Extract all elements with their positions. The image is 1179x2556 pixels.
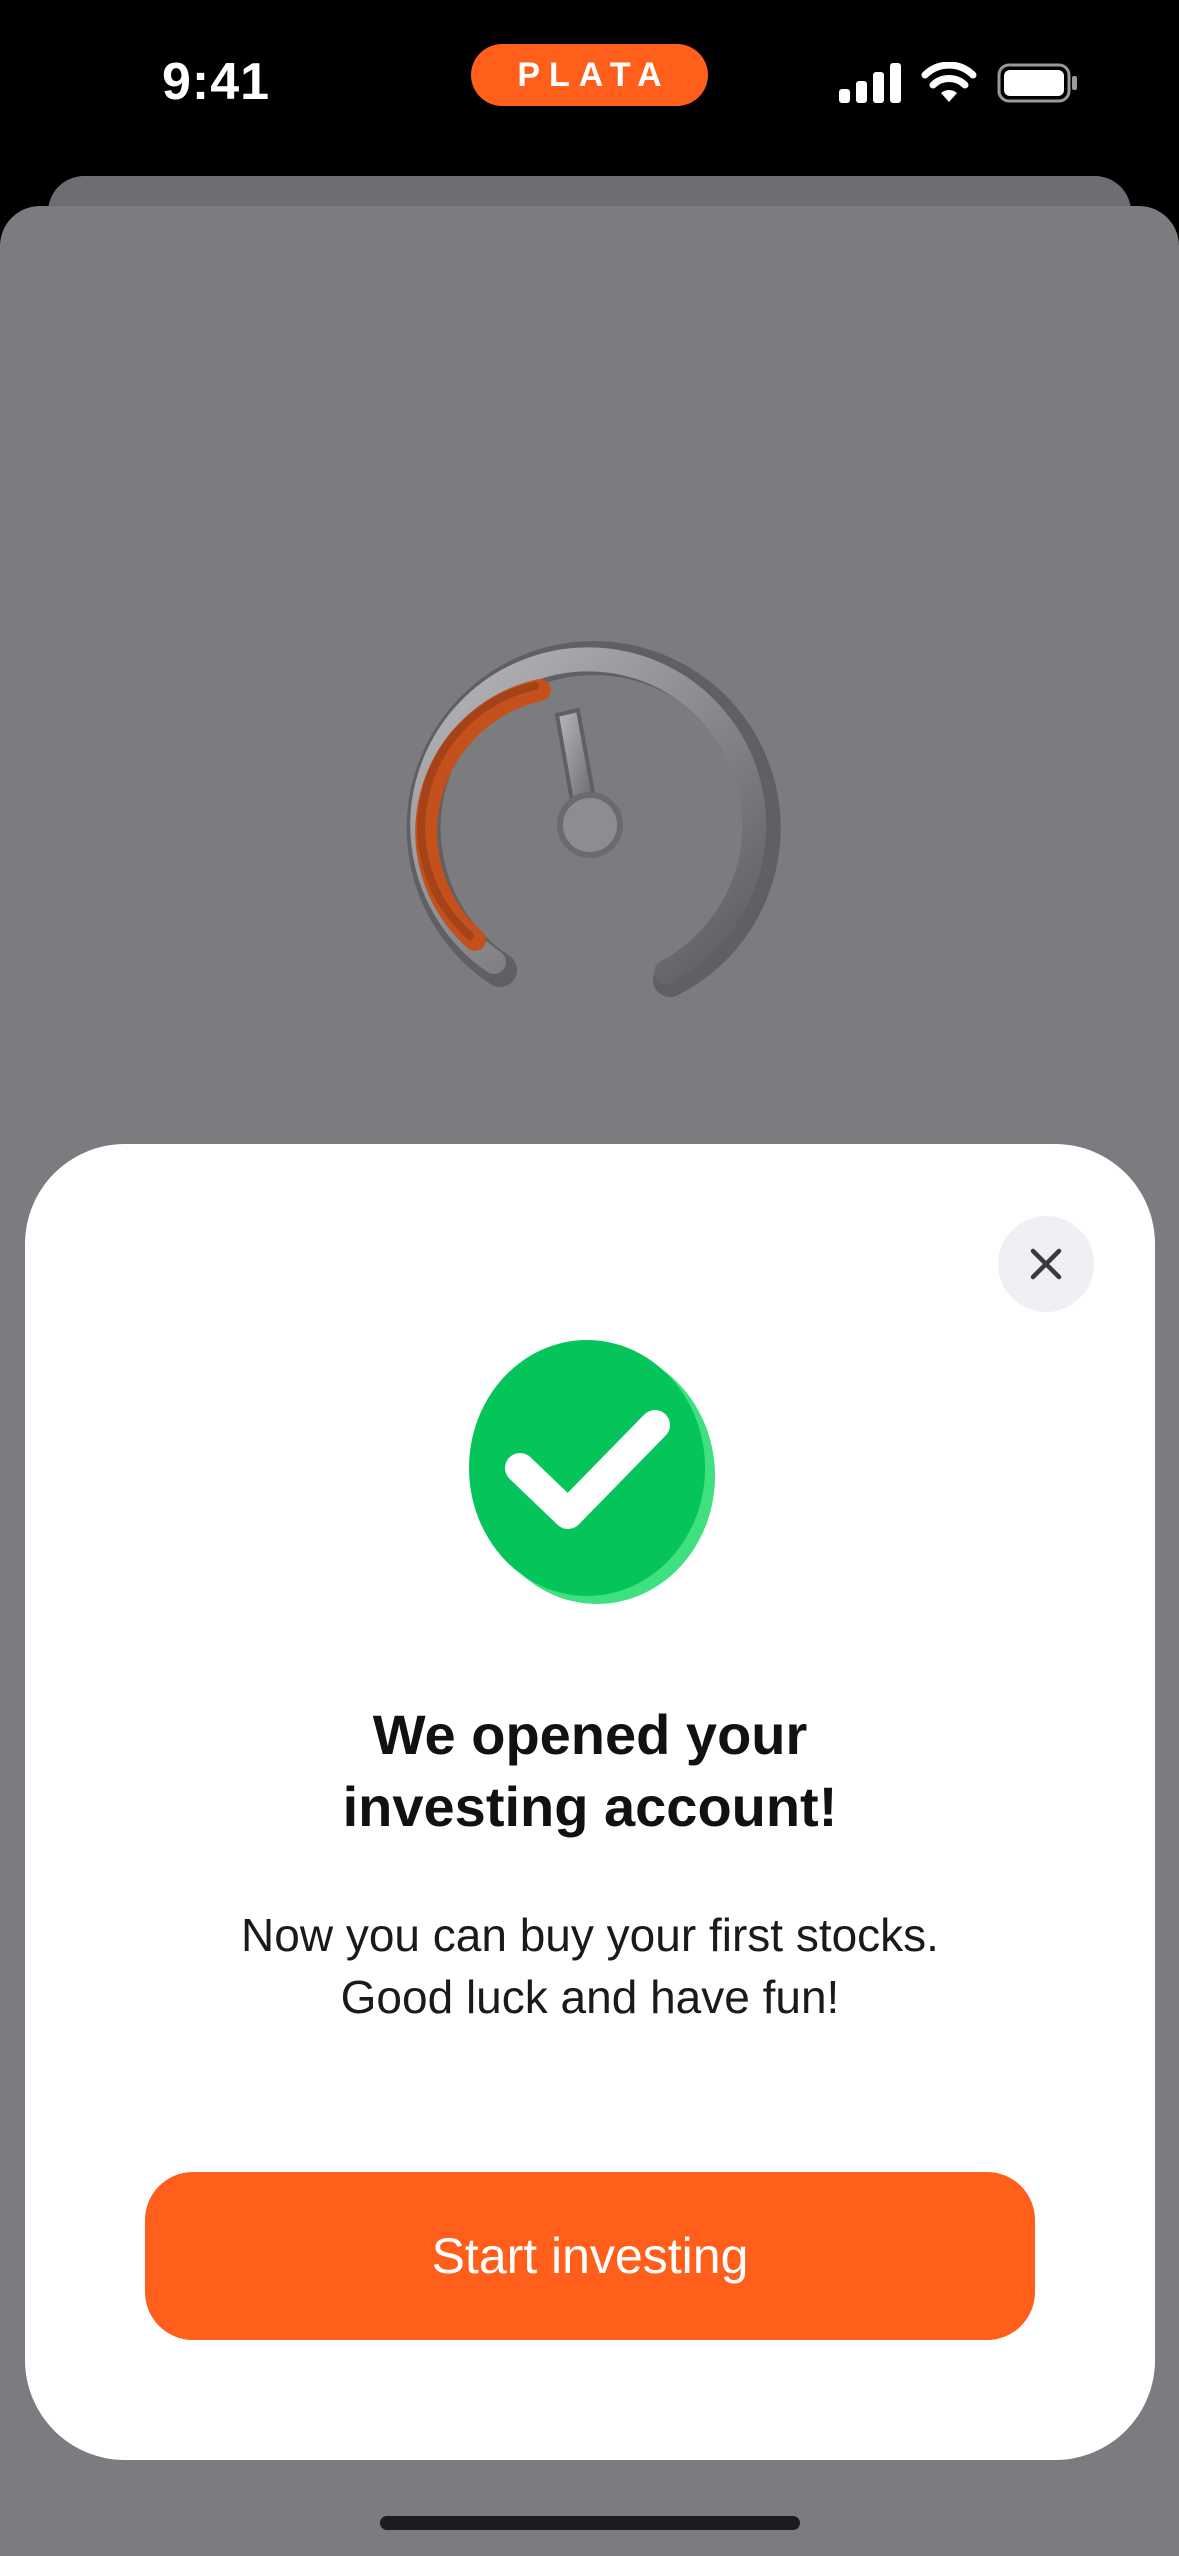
modal-title: We opened your investing account! <box>25 1699 1155 1843</box>
modal-title-line1: We opened your <box>372 1703 808 1766</box>
success-modal: We opened your investing account! Now yo… <box>25 1144 1155 2460</box>
wifi-icon <box>921 62 977 102</box>
cellular-signal-icon <box>839 63 901 103</box>
modal-title-line2: investing account! <box>342 1775 838 1838</box>
brand-logo: PLATA <box>471 44 708 106</box>
start-investing-button[interactable]: Start investing <box>145 2172 1035 2340</box>
modal-subtitle: Now you can buy your first stocks. Good … <box>25 1904 1155 2028</box>
modal-subtitle-line2: Good luck and have fun! <box>340 1971 840 2023</box>
battery-icon <box>997 63 1077 103</box>
screen: 9:41 PLATA We opened your investing acco… <box>0 0 1179 2556</box>
close-icon <box>1030 1248 1062 1280</box>
status-icons <box>839 62 1079 104</box>
close-button[interactable] <box>998 1216 1094 1312</box>
status-bar: 9:41 PLATA <box>0 0 1179 170</box>
modal-subtitle-line1: Now you can buy your first stocks. <box>241 1909 939 1961</box>
speedometer-gauge-icon <box>406 641 781 997</box>
home-indicator[interactable] <box>380 2516 800 2530</box>
status-time: 9:41 <box>162 53 271 111</box>
success-checkmark-icon <box>469 1340 715 1604</box>
